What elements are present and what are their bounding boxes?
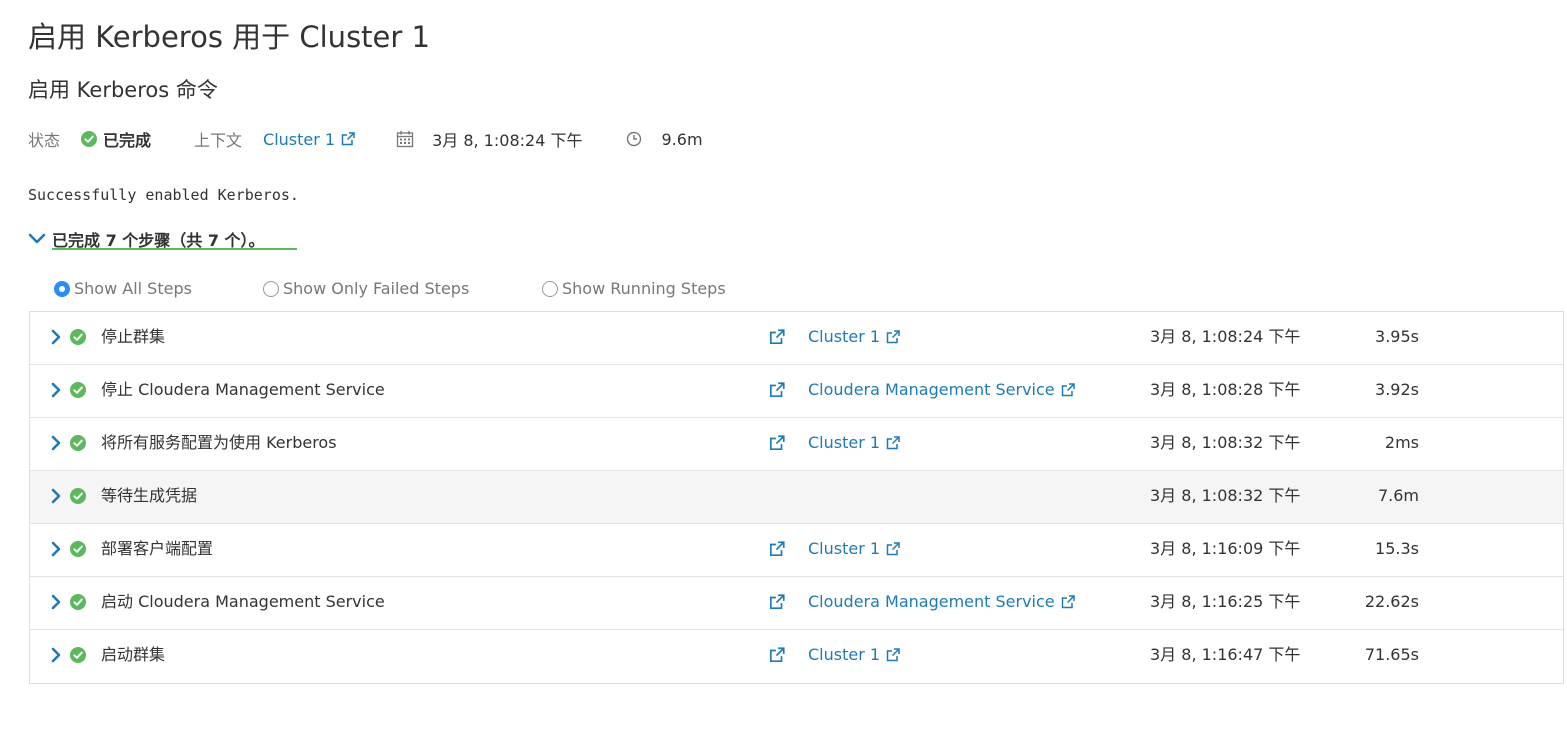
chevron-right-icon[interactable] — [50, 592, 62, 612]
external-link-icon — [886, 542, 900, 556]
step-name: 启动 Cloudera Management Service — [101, 592, 385, 611]
check-circle-icon — [70, 382, 86, 398]
step-context-link[interactable]: Cluster 1 — [808, 644, 901, 666]
step-context-link[interactable]: Cluster 1 — [808, 538, 901, 560]
step-duration: 71.65s — [1364, 645, 1419, 664]
step-row[interactable]: 启动 Cloudera Management Service Cloudera … — [30, 577, 1563, 630]
external-link-icon — [886, 648, 900, 662]
check-circle-icon — [70, 329, 86, 345]
step-duration: 7.6m — [1377, 486, 1419, 505]
chevron-right-icon[interactable] — [50, 539, 62, 559]
context-label: 上下文 — [194, 131, 243, 150]
step-time: 3月 8, 1:08:32 下午 — [1150, 433, 1301, 452]
external-link-icon — [1061, 595, 1075, 609]
status-badge: 已完成 — [81, 127, 151, 151]
external-link-icon — [886, 436, 900, 450]
external-link-icon — [886, 330, 900, 344]
step-context-label: Cluster 1 — [808, 539, 881, 558]
step-duration: 22.62s — [1364, 592, 1419, 611]
start-date: 3月 8, 1:08:24 下午 — [432, 131, 583, 150]
summary-underline — [52, 248, 297, 250]
step-name: 等待生成凭据 — [101, 486, 198, 505]
step-row[interactable]: 停止群集 Cluster 1 3月 8, 1:08:24 下午 3.95s — [30, 312, 1563, 365]
duration-value: 9.6m — [661, 129, 703, 149]
filter-show-running-steps[interactable]: Show Running Steps — [542, 279, 726, 298]
filter-label: Show All Steps — [74, 279, 192, 298]
context-link-label: Cluster 1 — [263, 129, 336, 149]
external-link-icon[interactable] — [768, 328, 786, 346]
step-name: 停止群集 — [101, 327, 166, 346]
step-duration: 3.95s — [1375, 327, 1419, 346]
step-context-label: Cloudera Management Service — [808, 380, 1055, 399]
step-time: 3月 8, 1:08:28 下午 — [1150, 380, 1301, 399]
filter-show-only-failed-steps[interactable]: Show Only Failed Steps — [263, 279, 469, 298]
step-time: 3月 8, 1:08:24 下午 — [1150, 327, 1301, 346]
step-context-label: Cloudera Management Service — [808, 592, 1055, 611]
step-context-link[interactable]: Cluster 1 — [808, 432, 901, 454]
chevron-right-icon[interactable] — [50, 327, 62, 347]
result-message: Successfully enabled Kerberos. — [28, 186, 299, 204]
step-duration: 15.3s — [1375, 539, 1419, 558]
step-context-link[interactable]: Cluster 1 — [808, 326, 901, 348]
check-circle-icon — [70, 647, 86, 663]
external-link-icon — [341, 132, 355, 146]
filter-label: Show Running Steps — [562, 279, 726, 298]
external-link-icon[interactable] — [768, 381, 786, 399]
status-label: 状态 — [28, 131, 61, 150]
step-time: 3月 8, 1:16:47 下午 — [1150, 645, 1301, 664]
check-circle-icon — [70, 488, 86, 504]
chevron-right-icon[interactable] — [50, 433, 62, 453]
step-context-link[interactable]: Cloudera Management Service — [808, 591, 1076, 613]
step-row[interactable]: 等待生成凭据 3月 8, 1:08:32 下午 7.6m — [30, 471, 1563, 524]
radio-show-only-failed-steps[interactable] — [263, 280, 279, 297]
status-value: 已完成 — [103, 131, 152, 150]
check-circle-icon — [70, 435, 86, 451]
command-subtitle: 启用 Kerberos 命令 — [28, 78, 218, 102]
radio-show-running-steps[interactable] — [542, 280, 558, 297]
step-context-label: Cluster 1 — [808, 327, 881, 346]
step-row[interactable]: 停止 Cloudera Management Service Cloudera … — [30, 365, 1563, 418]
step-time: 3月 8, 1:16:09 下午 — [1150, 539, 1301, 558]
step-duration: 3.92s — [1375, 380, 1419, 399]
step-context-label: Cluster 1 — [808, 433, 881, 452]
step-row[interactable]: 部署客户端配置 Cluster 1 3月 8, 1:16:09 下午 15.3s — [30, 524, 1563, 577]
check-circle-icon — [81, 131, 98, 147]
filter-show-all-steps[interactable]: Show All Steps — [54, 279, 192, 298]
start-time: 3月 8, 1:08:24 下午 — [396, 127, 583, 151]
check-circle-icon — [70, 541, 86, 557]
chevron-right-icon[interactable] — [50, 380, 62, 400]
steps-table: 停止群集 Cluster 1 3月 8, 1:08:24 下午 3.95s 停止… — [29, 311, 1564, 684]
external-link-icon[interactable] — [768, 434, 786, 452]
step-name: 启动群集 — [101, 645, 166, 664]
step-time: 3月 8, 1:16:25 下午 — [1150, 592, 1301, 611]
step-name: 部署客户端配置 — [101, 539, 214, 558]
command-meta: 状态 已完成 上下文 Cluster 1 3月 8, 1:08:24 下午 9.… — [28, 127, 703, 151]
external-link-icon — [1061, 383, 1075, 397]
check-circle-icon — [70, 594, 86, 610]
context-link[interactable]: Cluster 1 — [263, 130, 356, 149]
step-context-label: Cluster 1 — [808, 645, 881, 664]
chevron-down-icon — [28, 233, 46, 244]
step-row[interactable]: 启动群集 Cluster 1 3月 8, 1:16:47 下午 71.65s — [30, 630, 1563, 683]
clock-icon — [626, 131, 641, 147]
step-name: 将所有服务配置为使用 Kerberos — [101, 433, 337, 452]
filter-label: Show Only Failed Steps — [283, 279, 470, 298]
calendar-icon — [396, 131, 414, 148]
step-row[interactable]: 将所有服务配置为使用 Kerberos Cluster 1 3月 8, 1:08… — [30, 418, 1563, 471]
page-title: 启用 Kerberos 用于 Cluster 1 — [28, 20, 430, 54]
external-link-icon[interactable] — [768, 646, 786, 664]
chevron-right-icon[interactable] — [50, 645, 62, 665]
external-link-icon[interactable] — [768, 593, 786, 611]
duration: 9.6m — [626, 130, 703, 149]
external-link-icon[interactable] — [768, 540, 786, 558]
step-name: 停止 Cloudera Management Service — [101, 380, 385, 399]
step-context-link[interactable]: Cloudera Management Service — [808, 379, 1076, 401]
step-duration: 2ms — [1384, 433, 1419, 452]
step-time: 3月 8, 1:08:32 下午 — [1150, 486, 1301, 505]
radio-show-all-steps[interactable] — [54, 280, 70, 297]
chevron-right-icon[interactable] — [50, 486, 62, 506]
